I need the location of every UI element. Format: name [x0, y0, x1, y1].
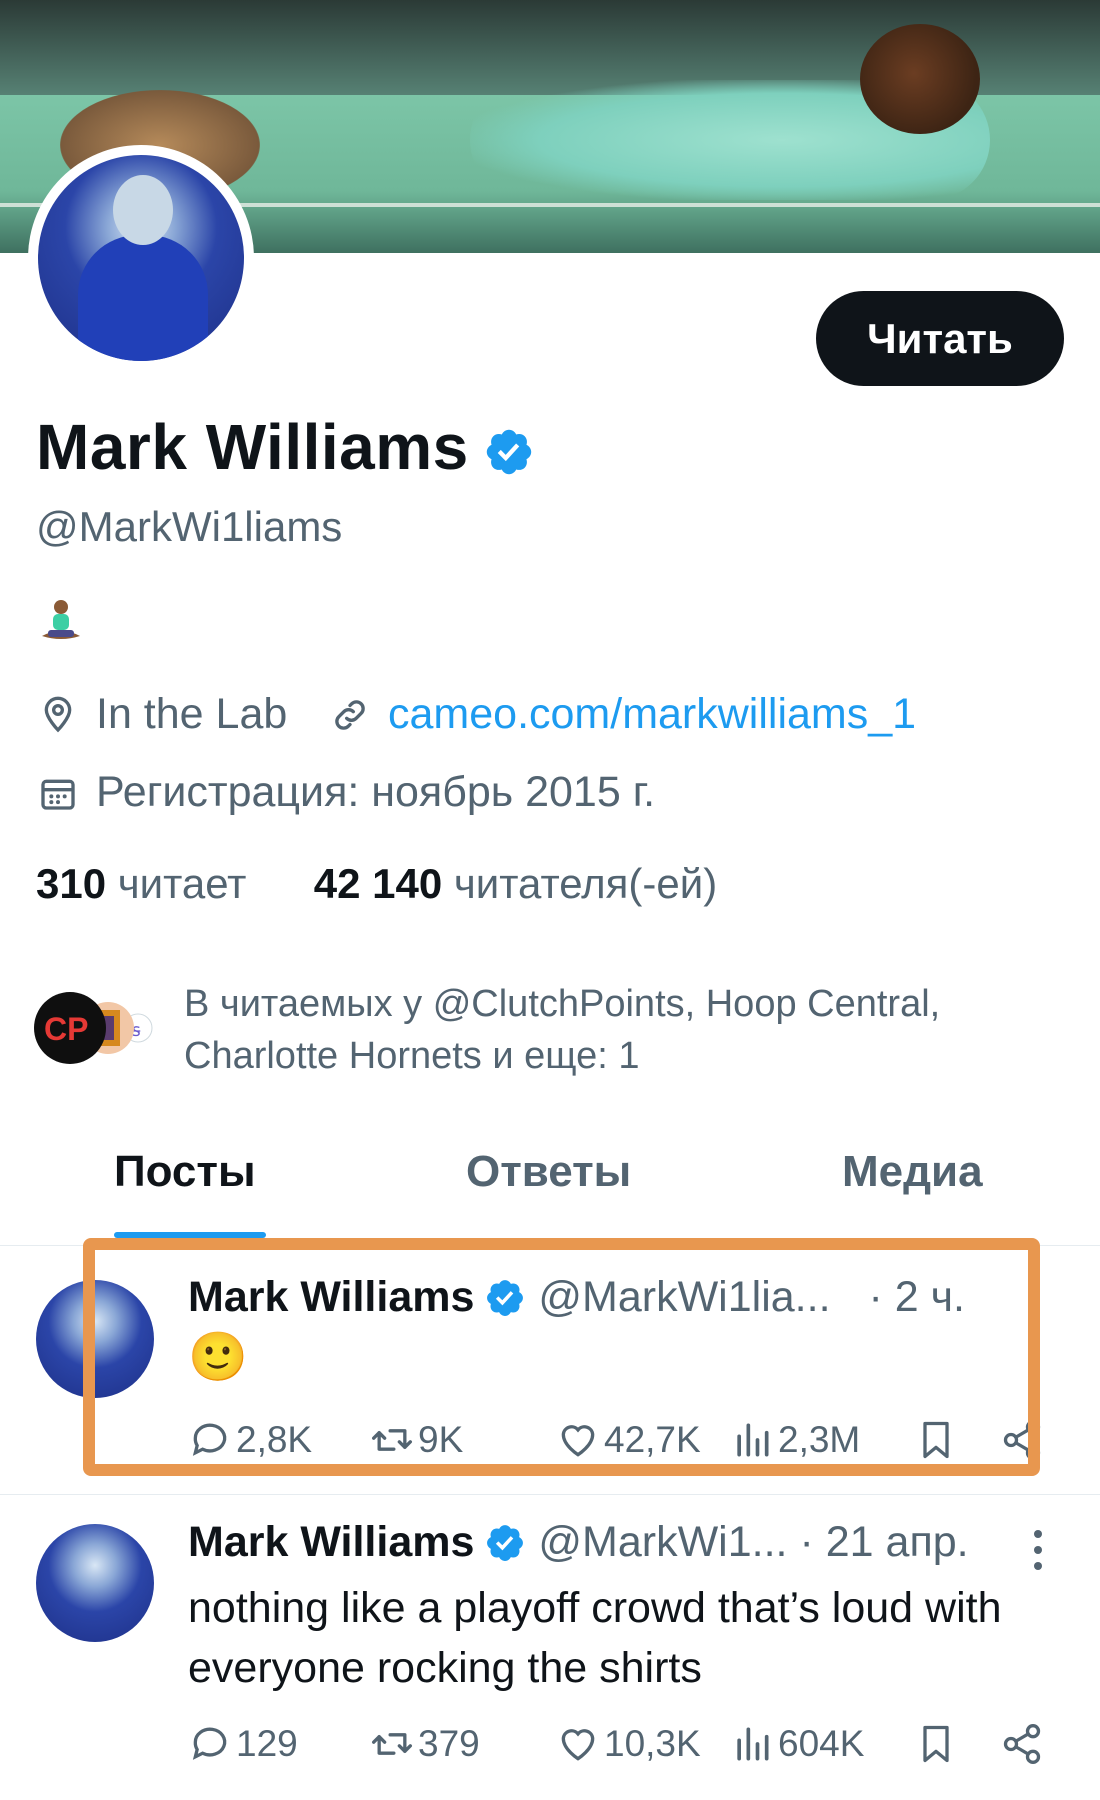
verified-badge-icon: [486, 429, 531, 475]
follow-stats: 310 читает 42 140 читателя(-ей): [36, 860, 717, 908]
post-divider: [0, 1494, 1100, 1495]
tab-media[interactable]: Медиа: [842, 1147, 983, 1197]
tab-replies[interactable]: Ответы: [466, 1147, 631, 1197]
bookmark-icon: [923, 1725, 949, 1763]
views-button[interactable]: 604K: [730, 1722, 864, 1766]
followers-label: читателя(-ей): [453, 860, 718, 907]
location-text: In the Lab: [96, 690, 288, 738]
highlight-annotation-box: [83, 1238, 1040, 1476]
post-header: Mark Williams @MarkWi1... · 21 апр.: [188, 1518, 1008, 1567]
profile-avatar[interactable]: [28, 145, 254, 371]
repost-button[interactable]: 379: [370, 1722, 480, 1766]
website-link[interactable]: cameo.com/markwilliams_1: [388, 690, 916, 739]
bookmark-button[interactable]: [914, 1722, 962, 1766]
profile-handle: @MarkWi1liams: [36, 503, 343, 550]
post-timestamp[interactable]: · 21 апр.: [800, 1518, 969, 1567]
views-chart-icon: [737, 1727, 769, 1761]
link-icon: [335, 699, 365, 730]
like-button[interactable]: 10,3K: [556, 1722, 701, 1766]
followed-by-text[interactable]: В читаемых у @ClutchPoints, Hoop Central…: [184, 978, 1014, 1082]
avatar-image: [38, 155, 244, 361]
post-author-name[interactable]: Mark Williams: [188, 1518, 474, 1567]
like-count: 10,3K: [604, 1723, 701, 1764]
avatar-figure-head: [113, 175, 173, 245]
joined-row: Регистрация: ноябрь 2015 г.: [38, 768, 655, 817]
profile-name: Mark Williams: [36, 410, 535, 484]
followed-by-avatars[interactable]: ꟊ CP: [28, 988, 158, 1068]
followers-stat[interactable]: 42 140 читателя(-ей): [314, 860, 717, 907]
share-icon: [1003, 1724, 1041, 1764]
views-count: 604K: [778, 1723, 865, 1764]
post-text: nothing like a playoff crowd that’s loud…: [188, 1584, 1002, 1692]
calendar-icon: [41, 779, 75, 810]
joined-text: Регистрация: ноябрь 2015 г.: [96, 768, 656, 816]
repost-count: 379: [418, 1723, 480, 1764]
more-options-icon[interactable]: [1030, 1528, 1046, 1572]
profile-name-text: Mark Williams: [36, 411, 469, 483]
svg-text:CP: CP: [44, 1011, 88, 1047]
reply-count: 129: [236, 1723, 298, 1764]
location-pin-icon: [44, 696, 72, 732]
banner-player-head: [860, 24, 980, 134]
verified-badge-icon: [487, 1524, 524, 1561]
followers-count: 42 140: [313, 860, 443, 907]
heart-icon: [561, 1729, 595, 1761]
post-author-handle[interactable]: @MarkWi1...: [538, 1518, 787, 1567]
avatar-figure-suit: [78, 235, 208, 361]
reply-icon: [192, 1727, 227, 1760]
reply-button[interactable]: 129: [188, 1722, 298, 1766]
post-actions: 129 379 10,3K 604K: [0, 1722, 1100, 1782]
post-avatar[interactable]: [36, 1524, 154, 1642]
following-label: читает: [117, 860, 247, 907]
location-row: In the Lab: [38, 690, 287, 739]
website-row: cameo.com/markwilliams_1: [330, 690, 916, 739]
repost-icon: [372, 1733, 412, 1755]
tab-posts[interactable]: Посты: [114, 1147, 256, 1197]
bio-lotus-emoji-icon: [42, 600, 80, 639]
follow-button[interactable]: Читать: [816, 291, 1064, 386]
following-count: 310: [36, 860, 107, 907]
following-stat[interactable]: 310 читает: [36, 860, 246, 907]
share-button[interactable]: [1000, 1722, 1048, 1766]
